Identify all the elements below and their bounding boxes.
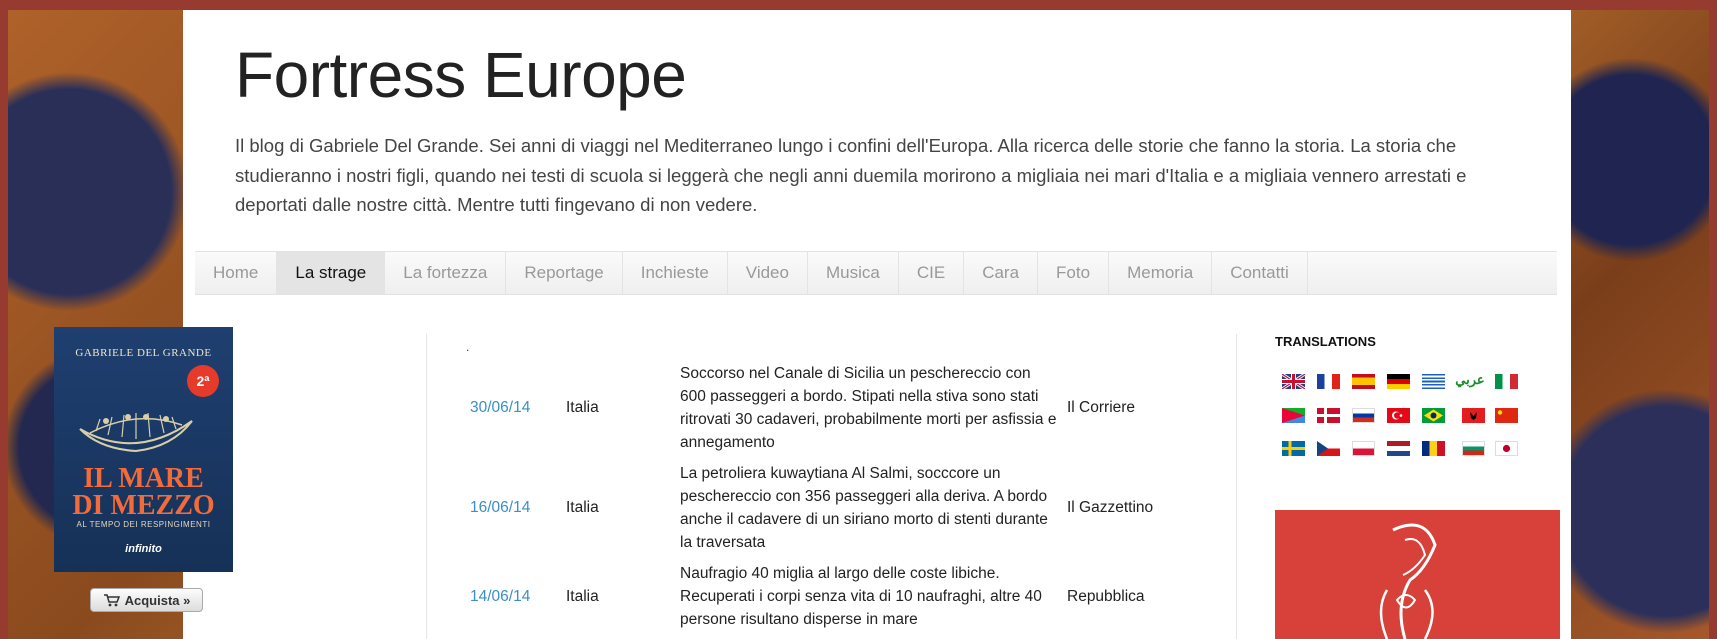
japan-flag-icon[interactable]: [1495, 441, 1518, 456]
tab-la-fortezza[interactable]: La fortezza: [385, 252, 507, 294]
book-title-line1: IL MARE: [83, 463, 204, 494]
czech-flag-icon[interactable]: [1317, 441, 1340, 456]
tab-inchieste[interactable]: Inchieste: [623, 252, 728, 294]
albania-flag-icon[interactable]: [1462, 408, 1485, 423]
tab-la-strage[interactable]: La strage: [277, 252, 386, 294]
book-subtitle: AL TEMPO DEI RESPINGIMENTI: [76, 520, 211, 529]
arabic-language-icon[interactable]: عربي: [1455, 372, 1485, 387]
right-border: [1709, 0, 1717, 639]
tab-home[interactable]: Home: [195, 252, 278, 294]
uk-flag-icon[interactable]: [1282, 374, 1305, 389]
row-date-link[interactable]: 30/06/14: [470, 399, 530, 417]
italy-flag-icon[interactable]: [1495, 374, 1518, 389]
list-marker: .: [466, 340, 470, 354]
denmark-flag-icon[interactable]: [1317, 408, 1340, 423]
tab-foto[interactable]: Foto: [1038, 252, 1110, 294]
row-date-link[interactable]: 16/06/14: [470, 499, 530, 517]
buy-button-label: Acquista »: [124, 592, 191, 608]
edition-badge: 2ª: [187, 365, 219, 397]
book-title-line2: DI MEZZO: [72, 490, 215, 521]
tab-video[interactable]: Video: [728, 252, 808, 294]
calligraphy-illustration: [1379, 523, 1437, 639]
bulgaria-flag-icon[interactable]: [1462, 441, 1485, 456]
left-border: [0, 0, 8, 639]
eritrea-flag-icon[interactable]: [1282, 408, 1305, 423]
tab-contatti[interactable]: Contatti: [1212, 252, 1308, 294]
netherlands-flag-icon[interactable]: [1387, 441, 1410, 456]
poland-flag-icon[interactable]: [1352, 441, 1375, 456]
spain-flag-icon[interactable]: [1352, 374, 1375, 389]
sweden-flag-icon[interactable]: [1282, 441, 1305, 456]
book-cover[interactable]: GABRIELE DEL GRANDE 2ª IL MARE DI MEZZO …: [54, 327, 233, 572]
cart-icon: [103, 594, 120, 607]
tab-memoria[interactable]: Memoria: [1109, 252, 1213, 294]
russia-flag-icon[interactable]: [1352, 408, 1375, 423]
china-flag-icon[interactable]: [1495, 408, 1518, 423]
romania-flag-icon[interactable]: [1422, 441, 1445, 456]
buy-button[interactable]: Acquista »: [90, 588, 203, 612]
germany-flag-icon[interactable]: [1387, 374, 1410, 389]
main-nav: Home La strage La fortezza Reportage Inc…: [195, 251, 1557, 295]
site-title[interactable]: Fortress Europe: [235, 38, 687, 112]
row-place: Italia: [566, 588, 599, 605]
book-title: IL MARE DI MEZZO: [54, 463, 233, 521]
brazil-flag-icon[interactable]: [1422, 408, 1445, 423]
row-source: Repubblica: [1067, 588, 1145, 605]
row-source: Il Gazzettino: [1067, 499, 1154, 516]
row-description: La petroliera kuwaytiana Al Salmi, soccc…: [680, 465, 1048, 551]
tab-cie[interactable]: CIE: [899, 252, 965, 294]
row-description: Naufragio 40 miglia al largo delle coste…: [680, 565, 1042, 628]
turkey-flag-icon[interactable]: [1387, 408, 1410, 423]
translations-heading: TRANSLATIONS: [1275, 334, 1376, 349]
row-source: Il Corriere: [1067, 399, 1136, 416]
book-author: GABRIELE DEL GRANDE: [75, 347, 212, 359]
column-divider-left: [426, 334, 427, 639]
greece-flag-icon[interactable]: [1422, 374, 1445, 389]
row-place: Italia: [566, 499, 599, 516]
france-flag-icon[interactable]: [1317, 374, 1340, 389]
tab-musica[interactable]: Musica: [808, 252, 899, 294]
poster-image[interactable]: [1275, 510, 1560, 639]
top-border: [0, 0, 1717, 10]
book-publisher: infinito: [125, 543, 162, 555]
row-description: Soccorso nel Canale di Sicilia un pesche…: [680, 365, 1057, 451]
tab-reportage[interactable]: Reportage: [506, 252, 623, 294]
boat-illustration: [79, 412, 193, 453]
row-date-link[interactable]: 14/06/14: [470, 588, 530, 606]
row-place: Italia: [566, 399, 599, 416]
site-description: Il blog di Gabriele Del Grande. Sei anni…: [235, 135, 1467, 215]
column-divider-right: [1236, 334, 1237, 639]
tab-cara[interactable]: Cara: [964, 252, 1039, 294]
